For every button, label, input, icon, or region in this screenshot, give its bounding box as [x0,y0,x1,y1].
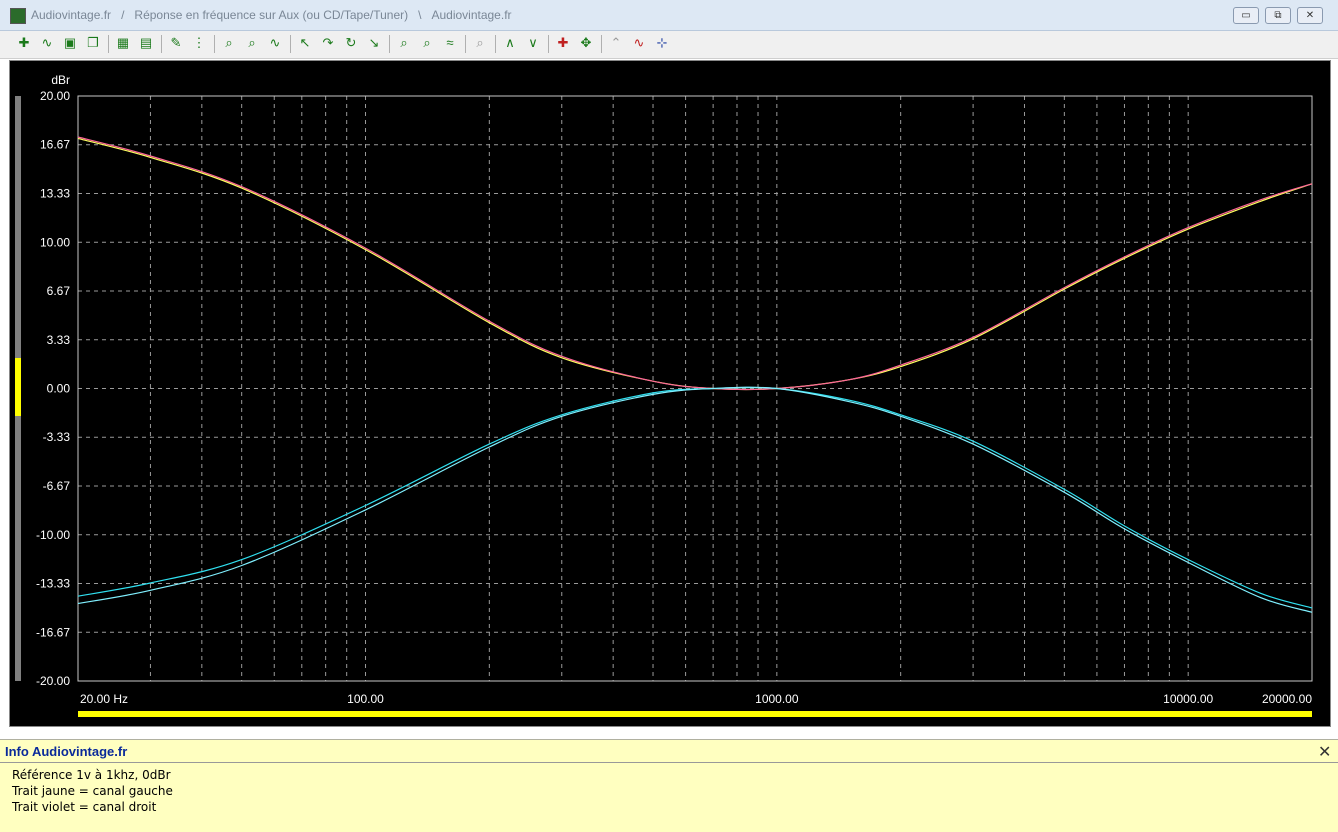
x-tick-label: 100.00 [347,692,384,706]
x-tick-label: 10000.00 [1163,692,1213,706]
series-line [77,137,1313,391]
x-tick-label: 20000.00 [1262,692,1312,706]
y-tick-label: -10.00 [36,528,70,542]
info-close-icon[interactable]: ✕ [1318,742,1331,762]
y-tick-label: 20.00 [40,89,70,103]
info-line: Trait violet = canal droit [12,800,157,814]
info-divider [0,762,1338,763]
y-tick-label: 6.67 [47,284,71,298]
series-line [77,386,1313,613]
y-tick-label: -13.33 [36,576,70,590]
y-tick-label: 3.33 [47,333,71,347]
y-tick-label: -3.33 [43,430,71,444]
series-line [77,136,1313,391]
y-axis-label: dBr [51,73,70,87]
series-line [77,386,1313,609]
info-panel: Info Audiovintage.fr ✕ Référence 1v à 1k… [0,739,1338,832]
x-scroll-bar[interactable] [78,711,1312,717]
info-line: Trait jaune = canal gauche [12,784,173,798]
frequency-response-chart: 20.00 16.67 13.33 10.00 6.67 3.33 0.00 -3.33 -6.… [36,73,1313,717]
y-tick-label: -20.00 [36,674,70,688]
x-tick-label: 20.00 Hz [80,692,128,706]
info-title: Info Audiovintage.fr [5,744,128,759]
y-tick-label: -6.67 [43,479,71,493]
x-tick-label: 1000.00 [755,692,799,706]
y-tick-label: 10.00 [40,235,70,249]
y-tick-label: -16.67 [36,625,70,639]
y-tick-label: 16.67 [40,138,70,152]
y-tick-label: 13.33 [40,187,70,201]
info-line: Référence 1v à 1khz, 0dBr [12,768,171,782]
y-tick-label: 0.00 [47,382,71,396]
